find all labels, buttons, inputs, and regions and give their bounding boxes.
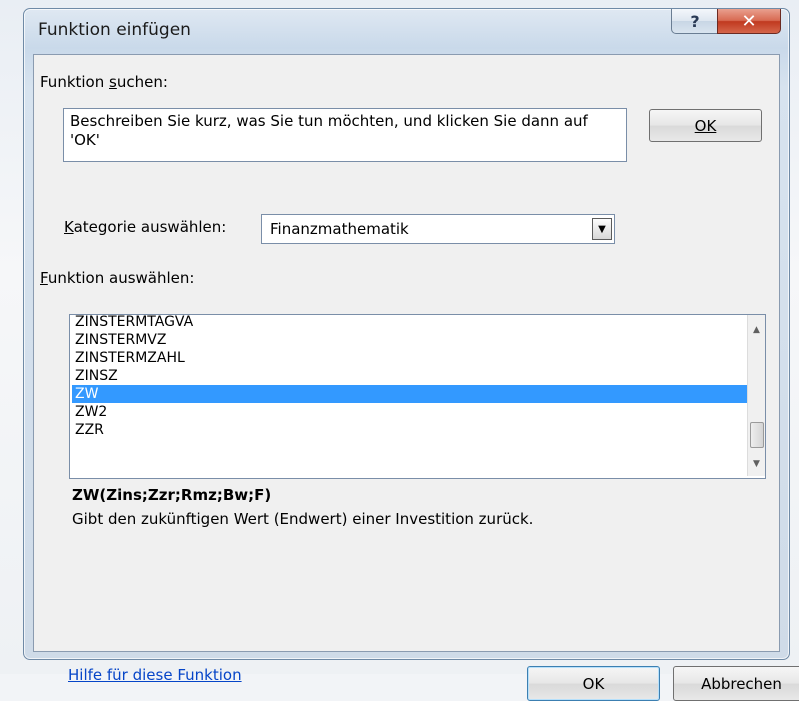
help-button[interactable]: ? [671,9,719,34]
category-label: Kategorie auswählen: [64,218,227,236]
help-icon: ? [690,11,700,31]
cancel-button-label: Abbrechen [701,674,782,693]
list-item[interactable]: ZZR [72,421,749,439]
scroll-up-icon[interactable]: ▲ [748,321,765,338]
cancel-button[interactable]: Abbrechen [673,666,799,701]
scroll-down-icon[interactable]: ▼ [748,455,765,472]
list-item-selected[interactable]: ZW [72,385,749,403]
insert-function-dialog: Funktion einfügen ? ✕ Funktion suchen: B… [23,8,799,701]
function-description: Gibt den zukünftigen Wert (Endwert) eine… [72,510,534,528]
search-input-text[interactable]: Beschreiben Sie kurz, was Sie tun möchte… [70,112,610,150]
dialog-title: Funktion einfügen [38,20,191,40]
ok-button-label: OK [582,674,605,693]
function-list-label: Funktion auswählen: [40,269,195,287]
function-signature: ZW(Zins;Zzr;Rmz;Bw;F) [72,486,272,504]
list-item[interactable]: ZINSZ [72,367,749,385]
chevron-down-icon[interactable]: ▼ [592,218,612,240]
list-item[interactable]: ZINSTERMVZ [72,331,749,349]
close-icon: ✕ [741,10,757,32]
list-item[interactable]: ZINSTERMZAHL [72,349,749,367]
ok-button[interactable]: OK [527,666,660,701]
search-label: Funktion suchen: [40,73,168,91]
category-selected-value: Finanzmathematik [270,220,409,238]
function-list-scrollbar[interactable]: ▲ ▼ [747,315,765,476]
category-select[interactable]: Finanzmathematik ▼ [261,214,615,244]
list-item[interactable]: ZINSTERMTAGVA [72,315,749,331]
search-input[interactable]: Beschreiben Sie kurz, was Sie tun möchte… [63,108,627,162]
scroll-thumb[interactable] [750,422,764,448]
function-help-link[interactable]: Hilfe für diese Funktion [68,666,242,684]
list-item[interactable]: ZW2 [72,403,749,421]
dialog-body: Funktion suchen: Beschreiben Sie kurz, w… [33,54,799,701]
search-ok-button[interactable]: OK [649,109,762,142]
close-button[interactable]: ✕ [717,9,781,34]
search-ok-label: OK [694,116,717,135]
function-list[interactable]: ZINSTERMTAGVA ZINSTERMVZ ZINSTERMZAHL ZI… [69,314,766,479]
